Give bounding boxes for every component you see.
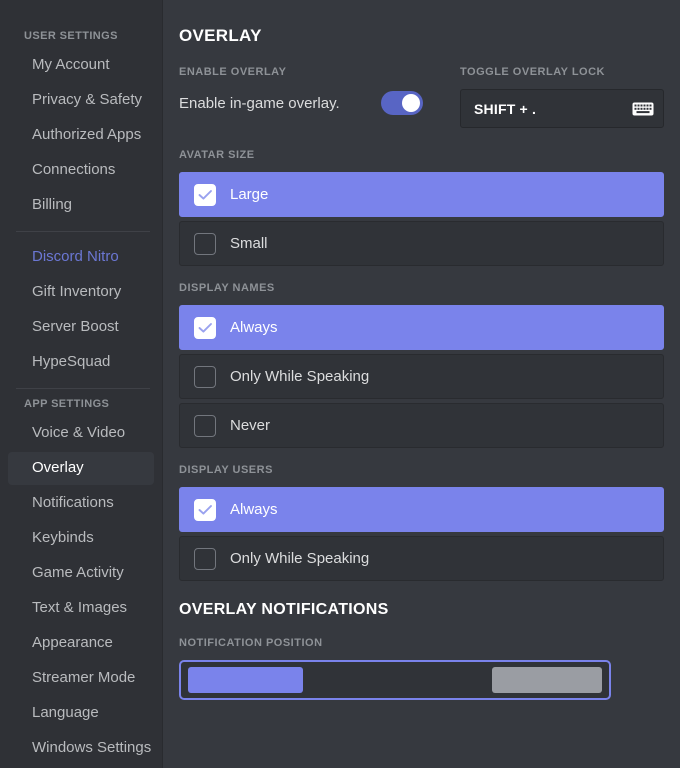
sidebar-item-gift-inventory[interactable]: Gift Inventory (8, 276, 154, 309)
enable-overlay-column: ENABLE OVERLAY Enable in-game overlay. (179, 66, 460, 128)
overlay-notifications-title: OVERLAY NOTIFICATIONS (179, 601, 664, 619)
sidebar-item-label: Gift Inventory (32, 283, 121, 300)
enable-overlay-section: ENABLE OVERLAY Enable in-game overlay. T… (179, 66, 664, 128)
sidebar-item-discord-nitro[interactable]: Discord Nitro (8, 241, 154, 274)
sidebar-item-label: Privacy & Safety (32, 91, 142, 108)
sidebar-item-label: My Account (32, 56, 110, 73)
option-label: Large (230, 186, 268, 203)
toggle-knob (402, 94, 420, 112)
notification-position-top-left[interactable] (188, 667, 303, 693)
display-names-label: DISPLAY NAMES (179, 282, 664, 294)
sidebar-item-label: Voice & Video (32, 424, 125, 441)
sidebar-header-user-settings: USER SETTINGS (0, 30, 162, 42)
checkbox-unchecked-icon[interactable] (194, 366, 216, 388)
notification-position-label: NOTIFICATION POSITION (179, 637, 664, 649)
enable-overlay-row: Enable in-game overlay. (179, 89, 460, 117)
page-title: OVERLAY (179, 26, 664, 46)
sidebar-item-label: Game Activity (32, 564, 124, 581)
keyboard-icon (632, 101, 654, 117)
checkbox-unchecked-icon[interactable] (194, 548, 216, 570)
enable-overlay-label: ENABLE OVERLAY (179, 66, 460, 78)
sidebar-item-label: Keybinds (32, 529, 94, 546)
checkbox-checked-icon[interactable] (194, 317, 216, 339)
settings-window: USER SETTINGS My Account Privacy & Safety… (0, 0, 680, 768)
option-label: Never (230, 417, 270, 434)
sidebar-item-label: Discord Nitro (32, 248, 119, 265)
option-label: Always (230, 319, 278, 336)
checkbox-unchecked-icon[interactable] (194, 233, 216, 255)
notification-position-picker[interactable] (179, 660, 611, 700)
display-names-option-always[interactable]: Always (179, 305, 664, 350)
sidebar-item-label: Authorized Apps (32, 126, 141, 143)
display-names-option-only-while-speaking[interactable]: Only While Speaking (179, 354, 664, 399)
sidebar-group-app: Voice & Video Overlay Notifications Keybind… (0, 417, 162, 765)
sidebar-item-authorized-apps[interactable]: Authorized Apps (8, 119, 154, 152)
sidebar-item-label: Text & Images (32, 599, 127, 616)
sidebar-item-streamer-mode[interactable]: Streamer Mode (8, 662, 154, 695)
checkbox-unchecked-icon[interactable] (194, 415, 216, 437)
option-label: Only While Speaking (230, 368, 369, 385)
display-users-section: DISPLAY USERS Always Only While Speaking (179, 464, 664, 581)
sidebar-group-user: My Account Privacy & Safety Authorized App… (0, 49, 162, 222)
avatar-size-label: AVATAR SIZE (179, 149, 664, 161)
sidebar-item-label: Language (32, 704, 99, 721)
sidebar-item-label: Notifications (32, 494, 114, 511)
sidebar-item-label: Streamer Mode (32, 669, 135, 686)
notification-position-top-right[interactable] (492, 667, 602, 693)
notification-position-spacer (309, 667, 486, 693)
sidebar-item-connections[interactable]: Connections (8, 154, 154, 187)
sidebar-item-label: HypeSquad (32, 353, 110, 370)
avatar-size-section: AVATAR SIZE Large Small (179, 149, 664, 266)
sidebar-item-billing[interactable]: Billing (8, 189, 154, 222)
display-names-section: DISPLAY NAMES Always Only While Speaking N… (179, 282, 664, 448)
keybind-input[interactable]: SHIFT + . (460, 89, 664, 128)
avatar-size-option-small[interactable]: Small (179, 221, 664, 266)
toggle-overlay-lock-label: TOGGLE OVERLAY LOCK (460, 66, 664, 78)
sidebar-divider-2 (16, 388, 150, 389)
sidebar-item-keybinds[interactable]: Keybinds (8, 522, 154, 555)
sidebar-group-nitro: Discord Nitro Gift Inventory Server Boost H… (0, 241, 162, 379)
sidebar-item-hypesquad[interactable]: HypeSquad (8, 346, 154, 379)
sidebar-item-appearance[interactable]: Appearance (8, 627, 154, 660)
display-names-option-never[interactable]: Never (179, 403, 664, 448)
sidebar-item-voice-video[interactable]: Voice & Video (8, 417, 154, 450)
avatar-size-options: Large Small (179, 172, 664, 266)
checkbox-checked-icon[interactable] (194, 499, 216, 521)
option-label: Small (230, 235, 268, 252)
sidebar-item-text-images[interactable]: Text & Images (8, 592, 154, 625)
display-users-label: DISPLAY USERS (179, 464, 664, 476)
enable-overlay-toggle[interactable] (381, 91, 423, 115)
sidebar-divider-1 (16, 231, 150, 232)
settings-sidebar: USER SETTINGS My Account Privacy & Safety… (0, 0, 163, 768)
enable-overlay-description: Enable in-game overlay. (179, 95, 340, 112)
sidebar-item-my-account[interactable]: My Account (8, 49, 154, 82)
sidebar-item-label: Billing (32, 196, 72, 213)
display-names-options: Always Only While Speaking Never (179, 305, 664, 448)
sidebar-item-language[interactable]: Language (8, 697, 154, 730)
option-label: Only While Speaking (230, 550, 369, 567)
sidebar-item-label: Windows Settings (32, 739, 151, 756)
sidebar-item-label: Overlay (32, 459, 84, 476)
display-users-option-always[interactable]: Always (179, 487, 664, 532)
sidebar-item-label: Appearance (32, 634, 113, 651)
sidebar-item-overlay[interactable]: Overlay (8, 452, 154, 485)
sidebar-item-notifications[interactable]: Notifications (8, 487, 154, 520)
sidebar-item-server-boost[interactable]: Server Boost (8, 311, 154, 344)
avatar-size-option-large[interactable]: Large (179, 172, 664, 217)
sidebar-header-app-settings: APP SETTINGS (0, 398, 162, 410)
sidebar-item-game-activity[interactable]: Game Activity (8, 557, 154, 590)
checkbox-checked-icon[interactable] (194, 184, 216, 206)
overlay-settings-panel: OVERLAY ENABLE OVERLAY Enable in-game ov… (163, 0, 680, 768)
keybind-value: SHIFT + . (474, 101, 536, 117)
sidebar-item-label: Connections (32, 161, 115, 178)
option-label: Always (230, 501, 278, 518)
sidebar-item-privacy-safety[interactable]: Privacy & Safety (8, 84, 154, 117)
display-users-option-only-while-speaking[interactable]: Only While Speaking (179, 536, 664, 581)
toggle-overlay-lock-column: TOGGLE OVERLAY LOCK SHIFT + . (460, 66, 664, 128)
sidebar-item-windows-settings[interactable]: Windows Settings (8, 732, 154, 765)
sidebar-item-label: Server Boost (32, 318, 119, 335)
display-users-options: Always Only While Speaking (179, 487, 664, 581)
